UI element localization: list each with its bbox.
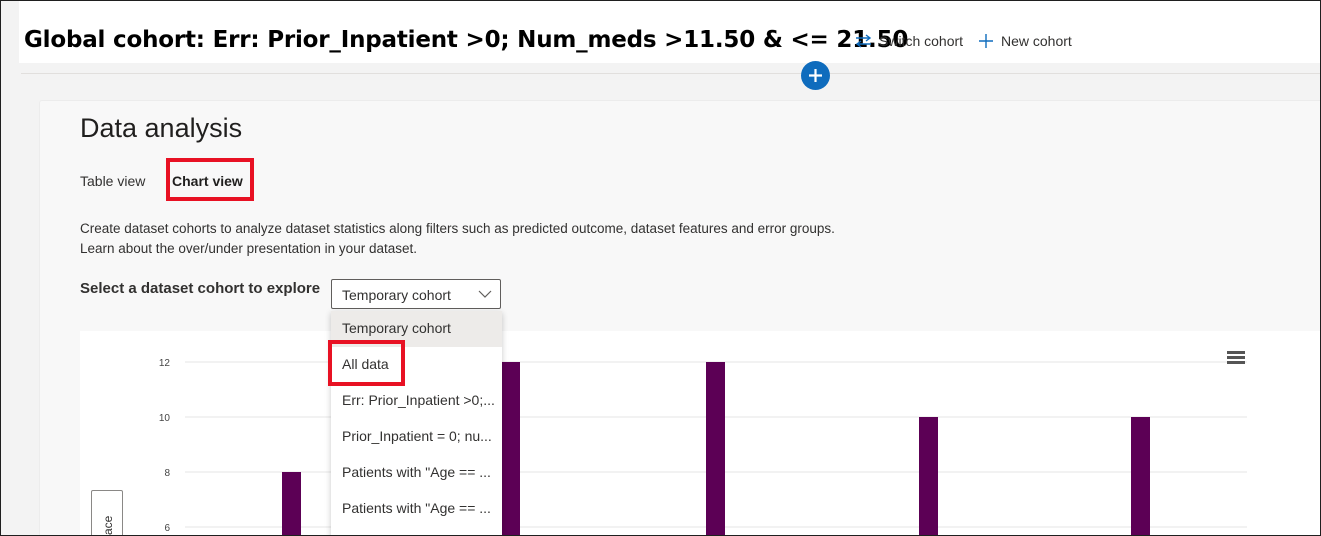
y-tick-label: 12 [159, 358, 171, 369]
add-circle-icon [809, 69, 822, 82]
switch-cohort-label: Switch cohort [879, 33, 964, 49]
cohort-dropdown-value: Temporary cohort [342, 287, 451, 303]
tab-chart-view[interactable]: Chart view [172, 173, 243, 189]
bar-chart: 12 10 8 6 [159, 358, 1247, 536]
data-analysis-title: Data analysis [80, 113, 243, 143]
switch-cohort-button[interactable]: Switch cohort [855, 33, 963, 49]
chart-bar[interactable] [1131, 417, 1150, 536]
dropdown-option[interactable]: Temporary cohort [331, 311, 502, 347]
y-axis-selector-button[interactable]: ace [91, 490, 123, 535]
chart-bar[interactable] [282, 472, 301, 536]
dropdown-option[interactable]: Patients with "Age == ... [331, 491, 502, 527]
dropdown-option[interactable]: Prior_Inpatient = 0; nu... [331, 419, 502, 455]
dropdown-option[interactable]: Patients with "Age == ... [331, 455, 502, 491]
plus-icon [979, 34, 993, 48]
global-cohort-title: Global cohort: Err: Prior_Inpatient >0; … [24, 27, 909, 53]
chart-area: 12 10 8 6 [80, 331, 1320, 536]
cohort-dropdown-options: Temporary cohort All data Err: Prior_Inp… [331, 311, 502, 535]
header-divider [21, 73, 1320, 74]
cohort-dropdown[interactable]: Temporary cohort [331, 279, 501, 309]
dropdown-option[interactable]: All data [331, 347, 502, 383]
switch-arrows-icon [855, 34, 872, 48]
new-cohort-button[interactable]: New cohort [978, 33, 1072, 49]
add-section-button[interactable] [801, 61, 830, 90]
y-axis-selector-label: ace [101, 515, 115, 535]
chart-bar[interactable] [919, 417, 938, 536]
cohort-select-label: Select a dataset cohort to explore [80, 280, 321, 297]
new-cohort-label: New cohort [1001, 33, 1072, 49]
tab-table-view[interactable]: Table view [80, 173, 145, 189]
chart-bar[interactable] [501, 362, 520, 536]
cohort-header: Global cohort: Err: Prior_Inpatient >0; … [19, 1, 1320, 63]
app-frame: Global cohort: Err: Prior_Inpatient >0; … [0, 0, 1321, 536]
y-tick-label: 6 [164, 523, 170, 534]
chart-menu-icon[interactable] [1227, 351, 1245, 365]
chart-bar[interactable] [706, 362, 725, 536]
y-tick-label: 10 [159, 413, 171, 424]
chevron-down-icon [478, 290, 492, 298]
y-tick-label: 8 [164, 468, 170, 479]
dropdown-option[interactable]: Err: Prior_Inpatient >0;... [331, 383, 502, 419]
data-analysis-description: Create dataset cohorts to analyze datase… [80, 221, 835, 256]
